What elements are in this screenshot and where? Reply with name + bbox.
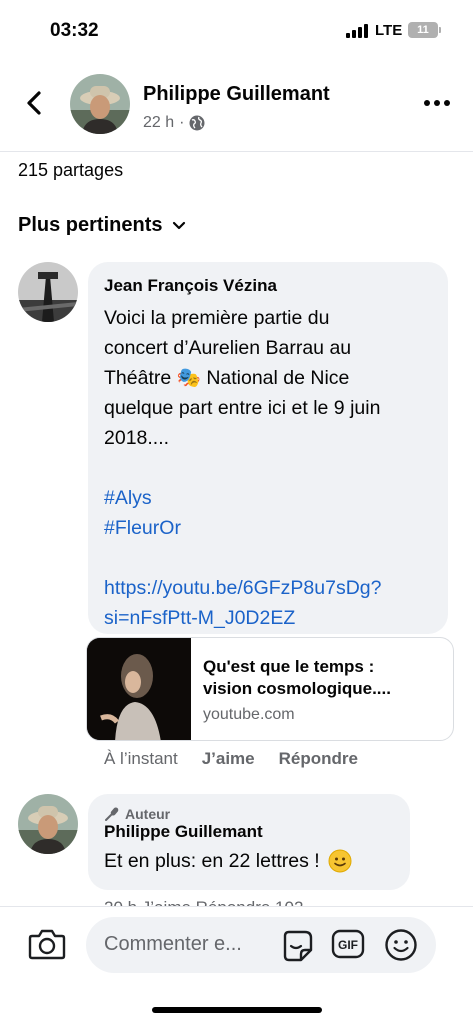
post-time: 22 h (143, 114, 175, 131)
link-preview-card[interactable]: Qu'est que le temps : vision cosmologiqu… (86, 637, 454, 741)
author-avatar[interactable] (70, 74, 130, 134)
comment-author[interactable]: Jean François Vézina (104, 276, 432, 296)
status-time: 03:32 (50, 20, 99, 41)
comment-author[interactable]: Philippe Guillemant (104, 822, 394, 842)
badge-label: Auteur (125, 806, 171, 822)
like-button[interactable]: J’aime (202, 749, 255, 769)
status-bar: 03:32 LTE 11 (0, 0, 473, 60)
gif-label: GIF (338, 938, 358, 952)
comment-input[interactable]: Commenter e... GIF (86, 917, 436, 973)
comment-sort-selector[interactable]: Plus pertinents (18, 214, 186, 237)
author-badge: Auteur (104, 806, 394, 822)
post-meta: 22 h · (143, 114, 205, 132)
chevron-down-icon (173, 221, 186, 229)
share-count[interactable]: 215 partages (18, 160, 123, 181)
battery-nub (439, 27, 441, 33)
comment-line: concert d’Aurelien Barrau au (104, 337, 352, 359)
comment-line: quelque part entre ici et le 9 juin (104, 397, 381, 419)
network-type: LTE (375, 22, 403, 39)
author-name[interactable]: Philippe Guillemant (143, 83, 330, 106)
sticker-icon (283, 930, 313, 962)
link-domain: youtube.com (203, 706, 295, 723)
comment-text: Et en plus: en 22 lettres ! (104, 846, 394, 876)
chevron-left-icon (27, 91, 41, 115)
video-thumbnail (87, 638, 191, 740)
camera-button[interactable] (28, 927, 66, 961)
url-link[interactable]: https://youtu.be/6GFzP8u7sDg? (104, 573, 432, 603)
comment-composer: Commenter e... GIF (0, 906, 473, 1024)
comment-time: À l’instant (104, 749, 178, 768)
emoji-button[interactable] (384, 928, 418, 962)
gif-button[interactable]: GIF (331, 929, 365, 959)
globe-icon (189, 115, 205, 131)
home-indicator (152, 1007, 322, 1013)
battery-icon: 11 (408, 22, 438, 38)
commenter-avatar[interactable] (18, 794, 78, 854)
url-link[interactable]: si=nFsfPtt-M_J0D2EZ (104, 603, 432, 633)
hashtag-link[interactable]: #Alys (104, 483, 432, 513)
hashtag-link[interactable]: #FleurOr (104, 513, 432, 543)
comment-line: Théâtre 🎭 National de Nice (104, 367, 350, 389)
more-options-button[interactable] (424, 100, 450, 106)
back-button[interactable] (20, 88, 50, 118)
comment-text: Voici la première partie du concert d’Au… (104, 303, 432, 633)
comment-bubble[interactable]: Auteur Philippe Guillemant Et en plus: e… (88, 794, 410, 890)
smiley-emoji-icon (328, 849, 352, 873)
camera-icon (28, 929, 66, 960)
sort-label: Plus pertinents (18, 214, 163, 236)
comment-actions: À l’instant J’aime Répondre (104, 749, 358, 769)
microphone-icon (105, 807, 119, 821)
comment-line: 2018.... (104, 427, 170, 449)
post-header: Philippe Guillemant 22 h · (0, 66, 473, 152)
link-title-continued: vision cosmologique.... (203, 679, 391, 698)
reply-button[interactable]: Répondre (279, 749, 358, 769)
meta-separator: · (179, 114, 185, 131)
comment-line: Voici la première partie du (104, 307, 330, 329)
sticker-button[interactable] (279, 928, 315, 964)
comment-placeholder: Commenter e... (104, 933, 242, 955)
comment-bubble[interactable]: Jean François Vézina Voici la première p… (88, 262, 448, 634)
signal-icon (346, 24, 368, 38)
comment-line: Et en plus: en 22 lettres ! (104, 850, 320, 872)
commenter-avatar[interactable] (18, 262, 78, 322)
link-title: Qu'est que le temps : (203, 657, 375, 676)
smiley-icon (385, 929, 417, 961)
